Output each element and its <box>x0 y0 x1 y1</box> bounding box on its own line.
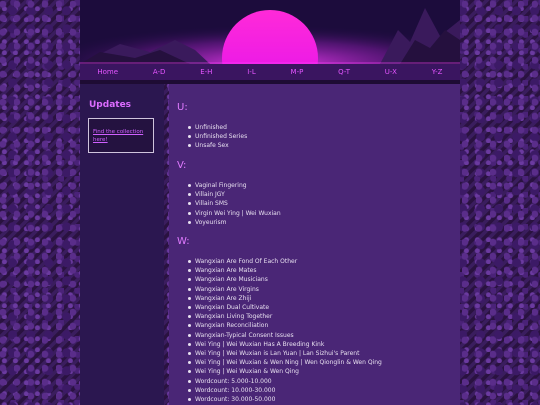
list-item[interactable]: Virgin Wei Ying | Wei Wuxian <box>187 209 281 218</box>
sidebar-link-box: Find the collection here! <box>88 118 154 153</box>
section-list-v: Vaginal Fingering Villain JGY Villain SM… <box>187 181 281 227</box>
list-item[interactable]: Wangxian Reconciliation <box>187 321 382 330</box>
list-item[interactable]: Unfinished <box>187 123 247 132</box>
list-item[interactable]: Wangxian-Typical Consent Issues <box>187 331 382 340</box>
list-item[interactable]: Villain SMS <box>187 199 281 208</box>
sidebar-title: Updates <box>89 100 132 110</box>
list-item[interactable]: Voyeurism <box>187 218 281 227</box>
nav-a-d[interactable]: A-D <box>149 68 170 76</box>
list-item[interactable]: Wangxian Are Fond Of Each Other <box>187 257 382 266</box>
header-banner <box>80 0 460 64</box>
list-item[interactable]: Wangxian Are Virgins <box>187 285 382 294</box>
nav-m-p[interactable]: M-P <box>287 68 308 76</box>
nav-home[interactable]: Home <box>93 68 122 76</box>
list-item[interactable]: Wordcount: 10.000-30.000 <box>187 386 382 395</box>
nav-i-l[interactable]: I-L <box>243 68 260 76</box>
section-list-u: Unfinished Unfinished Series Unsafe Sex <box>187 123 247 151</box>
list-item[interactable]: Wangxian Are Mates <box>187 266 382 275</box>
list-item[interactable]: Wangxian Are Zhiji <box>187 294 382 303</box>
synthwave-sun-image <box>80 0 460 64</box>
page-wrapper: Home A-D E-H I-L M-P Q-T U-X Y-Z Updates… <box>80 0 460 405</box>
nav-q-t[interactable]: Q-T <box>334 68 354 76</box>
list-item[interactable]: Wei Ying | Wei Wuxian is Lan Yuan | Lan … <box>187 349 382 358</box>
nav-u-x[interactable]: U-X <box>381 68 401 76</box>
list-item[interactable]: Unfinished Series <box>187 132 247 141</box>
top-navigation: Home A-D E-H I-L M-P Q-T U-X Y-Z <box>80 64 460 80</box>
section-list-w: Wangxian Are Fond Of Each Other Wangxian… <box>187 257 382 404</box>
section-heading-u: U: <box>177 102 188 113</box>
main-content: U: Unfinished Unfinished Series Unsafe S… <box>169 84 460 405</box>
list-item[interactable]: Wangxian Are Musicians <box>187 275 382 284</box>
sidebar: Updates Find the collection here! <box>80 84 164 405</box>
list-item[interactable]: Wangxian Dual Cultivate <box>187 303 382 312</box>
list-item[interactable]: Wei Ying | Wei Wuxian & Wen Ning | Wen Q… <box>187 358 382 367</box>
list-item[interactable]: Wei Ying | Wei Wuxian & Wen Qing <box>187 367 382 376</box>
list-item[interactable]: Vaginal Fingering <box>187 181 281 190</box>
section-heading-v: V: <box>177 160 187 171</box>
nav-e-h[interactable]: E-H <box>196 68 216 76</box>
nav-y-z[interactable]: Y-Z <box>428 68 447 76</box>
list-item[interactable]: Villain JGY <box>187 190 281 199</box>
list-item[interactable]: Wei Ying | Wei Wuxian Has A Breeding Kin… <box>187 340 382 349</box>
collection-link[interactable]: Find the collection here! <box>93 128 151 144</box>
list-item[interactable]: Unsafe Sex <box>187 141 247 150</box>
list-item[interactable]: Wordcount: 5.000-10.000 <box>187 377 382 386</box>
list-item[interactable]: Wangxian Living Together <box>187 312 382 321</box>
section-heading-w: W: <box>177 236 190 247</box>
list-item[interactable]: Wordcount: 30.000-50.000 <box>187 395 382 404</box>
